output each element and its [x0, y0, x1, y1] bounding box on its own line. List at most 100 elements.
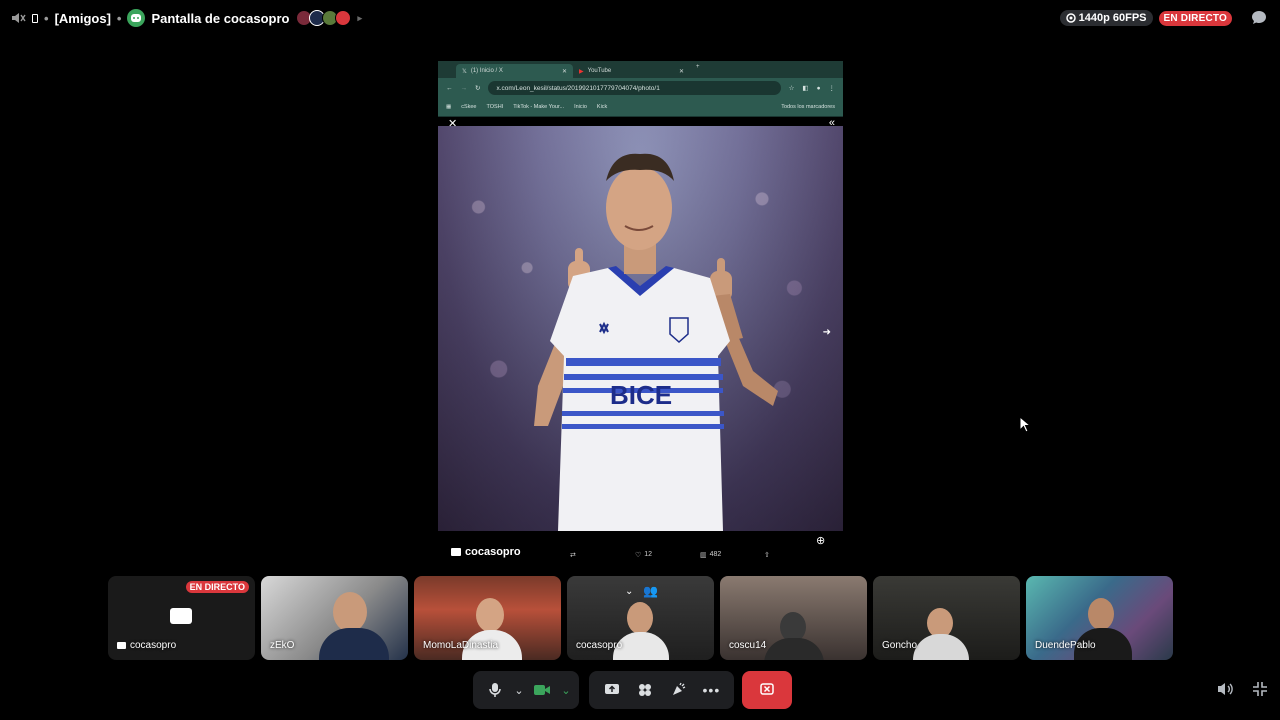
browser-tab-label: (1) Inicio / X: [470, 68, 503, 74]
close-icon[interactable]: ✕: [679, 68, 684, 75]
bookmark-star-icon[interactable]: ☆: [789, 84, 795, 92]
stream-status: 1440p 60FPS EN DIRECTO: [1059, 9, 1268, 27]
views-button[interactable]: ▥ 482: [700, 551, 721, 559]
menu-kebab-icon[interactable]: ⋮: [829, 84, 836, 92]
share-button[interactable]: ⇧: [764, 551, 770, 559]
bookmark-item[interactable]: cSkee: [461, 104, 476, 110]
forward-icon[interactable]: →: [461, 85, 468, 92]
eye-icon: [1065, 13, 1076, 23]
quality-text: 1440p 60FPS: [1078, 12, 1147, 24]
participant-name: Goncho: [882, 640, 917, 651]
chat-icon[interactable]: [1250, 9, 1268, 27]
avatar: [764, 638, 824, 660]
browser-tab[interactable]: 𝕏 (1) Inicio / X ✕: [456, 64, 573, 78]
participant-name: MomoLaDinastia: [423, 640, 498, 651]
viewer-avatars[interactable]: [296, 10, 352, 26]
close-icon[interactable]: ✕: [562, 68, 567, 75]
participant-name: cocasopro: [117, 640, 176, 651]
bookmarks-bar: ▦ cSkee TOSHI TikTok - Make Your... Inic…: [438, 98, 843, 117]
screen-icon: [32, 13, 38, 23]
stream-owner-name: cocasopro: [465, 546, 521, 558]
discord-server-icon: [127, 9, 146, 27]
zoom-button[interactable]: ⊕: [816, 534, 825, 547]
add-friend-icon[interactable]: 👥: [643, 584, 658, 598]
activities-button[interactable]: [631, 676, 659, 704]
chevron-down-icon[interactable]: ⌄: [625, 586, 633, 597]
separator-dot: •: [116, 10, 122, 26]
exit-fullscreen-icon[interactable]: [1252, 681, 1268, 697]
more-options-button[interactable]: •••: [697, 676, 725, 704]
participant-tile[interactable]: EN DIRECTO cocasopro: [108, 576, 255, 660]
url-field[interactable]: x.com/Leon_kesil/status/2019921017779704…: [488, 81, 781, 95]
participant-tile[interactable]: zEkO: [261, 576, 408, 660]
like-count: 12: [644, 551, 653, 558]
bookmark-item[interactable]: Kick: [597, 104, 607, 110]
bookmarks-folder[interactable]: Todos los marcadores: [781, 104, 835, 110]
participant-name: cocasopro: [576, 640, 622, 651]
participant-tile[interactable]: MomoLaDinastia: [414, 576, 561, 660]
microphone-icon: [489, 683, 502, 697]
bookmark-item[interactable]: Inicio: [574, 104, 587, 110]
participant-name-text: MomoLaDinastia: [423, 640, 499, 651]
participant-strip: EN DIRECTO cocasopro zEkO MomoLaDinastia…: [108, 576, 1173, 660]
stream-owner-label: cocasopro: [451, 546, 521, 558]
browser-address-bar: ← → ↻ x.com/Leon_kesil/status/2019921017…: [438, 78, 843, 98]
participant-tile[interactable]: coscu14: [720, 576, 867, 660]
like-button[interactable]: ♡ 12: [635, 551, 652, 559]
activities-icon: [638, 684, 651, 696]
reload-icon[interactable]: ↻: [475, 84, 480, 92]
shared-screen[interactable]: 𝕏 (1) Inicio / X ✕ ▶ YouTube ✕ + ← → ↻ x…: [438, 61, 843, 569]
server-label[interactable]: [Amigos]: [55, 11, 111, 26]
participant-tile[interactable]: ⌄ 👥 cocasopro: [567, 576, 714, 660]
chevron-right-icon[interactable]: ▸: [357, 13, 362, 24]
retweet-icon: ⇄: [570, 551, 576, 559]
channel-title: Pantalla de cocasopro: [151, 10, 290, 26]
microphone-button[interactable]: [481, 676, 509, 704]
participant-name: DuendePablo: [1035, 640, 1096, 651]
profile-icon[interactable]: ●: [817, 85, 821, 92]
disconnect-icon: [760, 683, 774, 695]
apps-icon[interactable]: ▦: [446, 104, 451, 110]
share-screen-icon: [604, 684, 619, 694]
bookmark-item[interactable]: TikTok - Make Your...: [513, 104, 564, 110]
browser-tab-label: YouTube: [587, 68, 612, 74]
call-header: • [Amigos] • Pantalla de cocasopro ▸: [10, 8, 362, 28]
x-logo-icon: 𝕏: [462, 68, 467, 75]
new-tab-icon[interactable]: +: [696, 64, 700, 78]
extensions-icon[interactable]: ◧: [802, 84, 808, 92]
speaker-muted-icon[interactable]: [10, 10, 26, 26]
avatar: [913, 634, 969, 660]
participant-tile[interactable]: DuendePablo: [1026, 576, 1173, 660]
live-badge: EN DIRECTO: [185, 581, 249, 593]
next-arrow-icon[interactable]: ➜: [823, 327, 831, 338]
participant-name: coscu14: [729, 640, 766, 651]
volume-icon[interactable]: [1216, 681, 1234, 697]
browser-tab[interactable]: ▶ YouTube ✕: [573, 64, 690, 78]
screen-share-icon: [170, 608, 192, 624]
retweet-button[interactable]: ⇄: [570, 551, 576, 559]
call-controls: ⌄ ⌄ •••: [0, 671, 1280, 709]
top-bar: • [Amigos] • Pantalla de cocasopro ▸ 144…: [0, 0, 1280, 36]
participant-name-text: coscu14: [729, 640, 767, 651]
participant-tile[interactable]: Goncho: [873, 576, 1020, 660]
participant-name-text: Goncho: [882, 640, 918, 651]
soundboard-button[interactable]: [664, 676, 692, 704]
camera-button[interactable]: [528, 676, 556, 704]
bookmark-item[interactable]: TOSHI: [487, 104, 504, 110]
quality-badge: 1440p 60FPS: [1059, 10, 1153, 26]
chevron-down-icon[interactable]: ⌄: [514, 684, 523, 697]
chevron-down-icon[interactable]: ⌄: [561, 684, 570, 697]
share-screen-button[interactable]: [598, 676, 626, 704]
close-icon[interactable]: ✕: [448, 117, 457, 130]
collapse-icon[interactable]: «: [829, 117, 835, 129]
tweet-photo[interactable]: BICE: [438, 126, 843, 531]
heart-icon: ♡: [635, 551, 642, 559]
photo-viewer: BICE ✕ « ➜: [438, 117, 843, 551]
media-controls: ⌄ ⌄: [473, 671, 579, 709]
mouse-cursor-icon: [1019, 416, 1031, 433]
back-icon[interactable]: ←: [446, 85, 453, 92]
disconnect-button[interactable]: [742, 671, 792, 709]
avatar: [627, 602, 653, 634]
participant-name-text: cocasopro: [576, 640, 623, 651]
url-text: x.com/Leon_kesil/status/2019921017779704…: [496, 84, 660, 92]
